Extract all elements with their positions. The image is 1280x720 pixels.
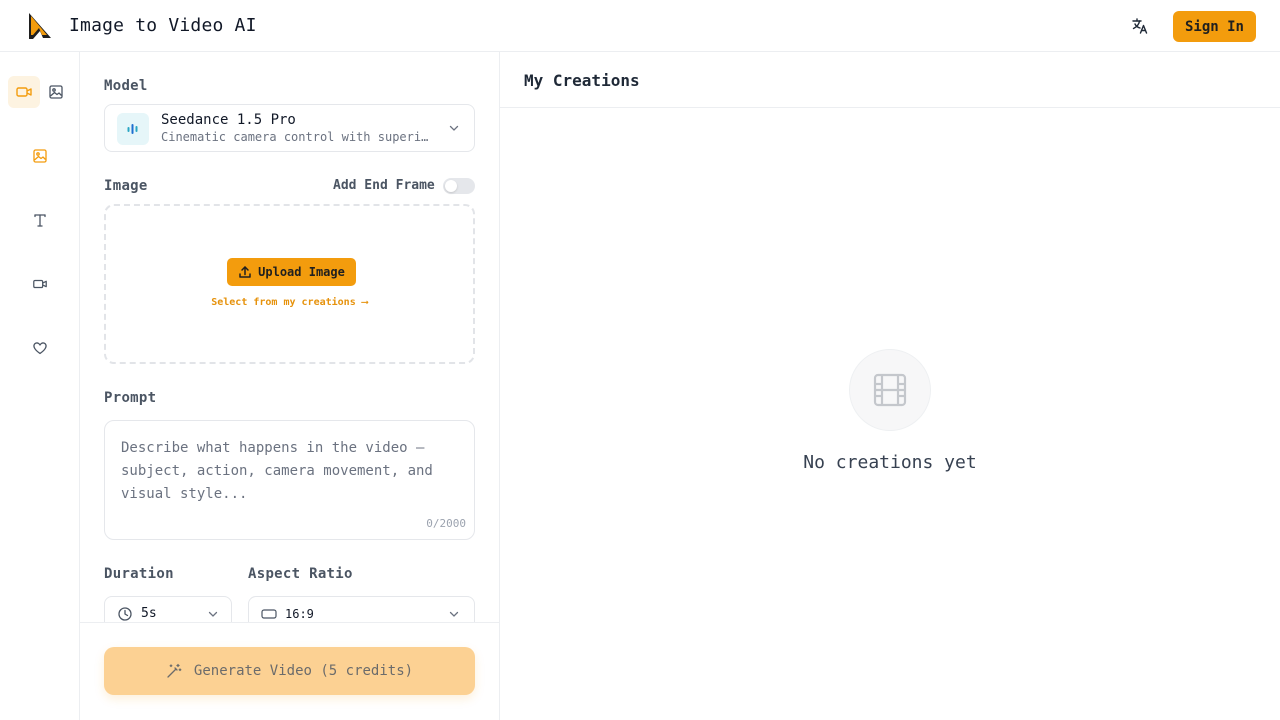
empty-state-badge [849,349,931,431]
prompt-label: Prompt [104,390,157,406]
rail-image-to-video-button[interactable] [24,140,56,172]
model-label: Model [104,78,148,94]
video-camera-icon [16,87,32,97]
image-icon [49,85,63,99]
clock-icon [118,607,132,621]
chevron-down-icon [449,125,459,131]
upload-image-button[interactable]: Upload Image [227,258,356,286]
rail-favorites-button[interactable] [24,332,56,364]
video-camera-icon [33,279,47,289]
chevron-down-icon [208,611,218,617]
translate-icon[interactable] [1130,16,1150,36]
empty-state-text: No creations yet [803,452,977,473]
upload-image-label: Upload Image [258,265,345,279]
creations-title: My Creations [524,71,640,90]
generate-video-button[interactable]: Generate Video (5 credits) [104,647,475,695]
select-from-creations-link[interactable]: Select from my creations ⟶ [106,297,473,308]
model-name: Seedance 1.5 Pro [161,112,296,128]
image-icon [33,149,47,163]
model-description: Cinematic camera control with superior m… [161,130,433,144]
app-title: Image to Video AI [69,15,257,36]
app-logo-icon[interactable] [27,12,53,40]
prompt-input[interactable] [121,437,457,517]
prompt-box: 0/2000 [104,420,475,540]
film-icon [873,373,907,407]
chevron-down-icon [449,611,459,617]
creations-header: My Creations [500,52,1280,108]
rail-text-to-video-button[interactable] [24,204,56,236]
magic-wand-icon [167,663,182,678]
image-label: Image [104,178,148,194]
heart-icon [33,342,47,355]
creations-panel: My Creations No creations yet [500,52,1280,720]
aspect-ratio-icon [261,609,277,619]
left-rail [0,52,80,720]
generate-video-label: Generate Video (5 credits) [193,663,414,679]
model-select[interactable]: Seedance 1.5 Pro Cinematic camera contro… [104,104,475,152]
end-frame-label: Add End Frame [333,178,435,193]
toggle-knob [445,180,457,192]
sign-in-button[interactable]: Sign In [1173,11,1256,42]
form-footer: Generate Video (5 credits) [80,622,499,720]
duration-value: 5s [141,606,157,621]
aspect-ratio-value: 16:9 [285,607,314,621]
rail-image-mode-button[interactable] [40,76,72,108]
rail-video-mode-button[interactable] [8,76,40,108]
generation-form-panel: Model Seedance 1.5 Pro Cinematic camera … [80,52,500,720]
rail-video-button[interactable] [24,268,56,300]
end-frame-toggle[interactable] [443,178,475,194]
duration-label: Duration [104,566,174,582]
image-dropzone[interactable]: Upload Image Select from my creations ⟶ [104,204,475,364]
aspect-ratio-label: Aspect Ratio [248,566,353,582]
prompt-char-counter: 0/2000 [426,517,466,530]
text-icon [34,214,46,227]
upload-icon [239,266,251,278]
model-icon [117,113,149,145]
top-header: Image to Video AI Sign In [0,0,1280,52]
